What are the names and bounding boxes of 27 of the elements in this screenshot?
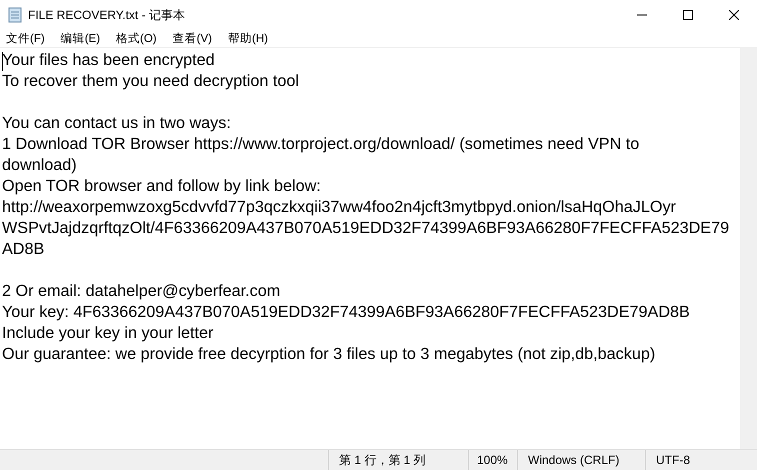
maximize-icon	[683, 10, 693, 20]
text-line: You can contact us in two ways:	[2, 113, 231, 134]
text-line: WSPvtJajdzqrftqzOlt/4F63366209A437B070A519EDD32F74399A6BF93A66280F7FECFFA523DE79	[2, 218, 730, 239]
text-line: Our guarantee: we provide free decyrption for 3 files up to 3 megabytes (not zip,db,backup)	[2, 344, 656, 365]
text-line: Your files has been encrypted	[2, 50, 215, 71]
text-line: 1 Download TOR Browser https://www.torproject.org/download/ (sometimes need VPN to	[2, 134, 640, 155]
menu-item[interactable]: 格式(O)	[116, 31, 163, 46]
text-line: Open TOR browser and follow by link below:	[2, 176, 321, 197]
text-line: download)	[2, 155, 77, 176]
notepad-icon	[8, 7, 22, 23]
cursor-position: 第 1 行，第 1 列	[328, 450, 468, 470]
menu-item[interactable]: 查看(V)	[172, 31, 218, 46]
text-line: http://weaxorpemwzoxg5cdvvfd77p3qczkxqii37ww4foo2n4jcft3mytbpyd.onion/lsaHqOhaJLOyr	[2, 197, 676, 218]
text-line: 2 Or email: datahelper@cyberfear.com	[2, 281, 280, 302]
close-icon	[729, 10, 739, 20]
text-line: Your key: 4F63366209A437B070A519EDD32F74399A6BF93A66280F7FECFFA523DE79AD8B	[2, 302, 690, 323]
text-line: AD8B	[2, 239, 44, 260]
scrollbar[interactable]	[740, 48, 757, 449]
line-ending: Windows (CRLF)	[517, 450, 645, 470]
encoding: UTF-8	[645, 450, 740, 470]
text-line: Include your key in your letter	[2, 323, 214, 344]
window-title: FILE RECOVERY.txt - 记事本	[28, 6, 186, 24]
menu-item[interactable]: 文件(F)	[6, 31, 51, 46]
zoom-level: 100%	[468, 450, 517, 470]
menu-item[interactable]: 帮助(H)	[228, 31, 274, 46]
text-line: To recover them you need decryption tool	[2, 71, 299, 92]
menu-item[interactable]: 编辑(E)	[60, 31, 106, 46]
